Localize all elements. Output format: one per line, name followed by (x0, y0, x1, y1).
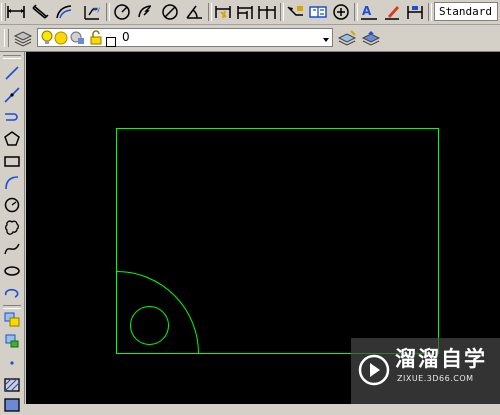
dim-text-edit-icon[interactable] (381, 1, 403, 23)
layer-dropdown[interactable]: 0 (37, 28, 333, 47)
watermark-title: 溜溜自学 (395, 347, 487, 371)
dim-update-icon[interactable] (404, 1, 426, 23)
rectangle-icon[interactable] (2, 151, 22, 171)
spline-icon[interactable] (2, 239, 22, 259)
dimension-toolbar: xy A Standard (0, 0, 500, 25)
toolbar-separator (428, 3, 432, 21)
hatch-icon[interactable] (2, 375, 22, 395)
layer-previous-icon[interactable] (360, 27, 382, 49)
revision-cloud-icon[interactable] (2, 217, 22, 237)
toolbar-grip[interactable] (4, 29, 9, 47)
line-icon[interactable] (2, 63, 22, 83)
dim-baseline-icon[interactable] (234, 1, 256, 23)
draw-toolbar (0, 52, 25, 412)
layer-on-icon[interactable] (41, 30, 53, 49)
drawn-quarter-arc[interactable] (116, 271, 199, 354)
current-layer-name: 0 (122, 30, 130, 44)
drawn-rectangle[interactable] (116, 128, 439, 354)
layer-freeze-icon[interactable] (54, 30, 68, 49)
make-block-icon[interactable] (2, 331, 22, 351)
ellipse-arc-icon[interactable] (2, 283, 22, 303)
polyline-icon[interactable] (2, 107, 22, 127)
layer-color-icon[interactable] (106, 32, 116, 51)
ellipse-icon[interactable] (2, 261, 22, 281)
insert-block-icon[interactable] (2, 309, 22, 329)
play-logo-icon (357, 347, 391, 397)
dim-arc-icon[interactable] (53, 1, 75, 23)
dim-continue-icon[interactable] (256, 1, 278, 23)
layers-toolbar: 0 (0, 25, 500, 52)
point-icon[interactable] (2, 353, 22, 373)
arc-icon[interactable] (2, 173, 22, 193)
svg-text:xy: xy (93, 6, 101, 13)
dim-diameter-icon[interactable] (159, 1, 181, 23)
center-mark-icon[interactable] (330, 1, 352, 23)
toolbar-separator (106, 3, 110, 21)
svg-text:A: A (362, 4, 372, 18)
watermark-url: ZIXUE.3D66.COM (397, 374, 474, 383)
drawn-circle[interactable] (130, 306, 169, 345)
dim-radius-icon[interactable] (111, 1, 133, 23)
dim-jogged-icon[interactable] (135, 1, 157, 23)
dim-angular-icon[interactable] (183, 1, 205, 23)
dim-aligned-icon[interactable] (29, 1, 51, 23)
dim-ordinate-icon[interactable]: xy (80, 1, 102, 23)
layer-lock-icon[interactable] (89, 30, 103, 49)
construction-line-icon[interactable] (2, 85, 22, 105)
circle-icon[interactable] (2, 195, 22, 215)
tolerance-icon[interactable] (307, 1, 329, 23)
watermark: 溜溜自学 ZIXUE.3D66.COM (351, 338, 500, 404)
toolbar-grip[interactable] (3, 55, 21, 59)
layer-vp-freeze-icon[interactable] (70, 30, 85, 49)
quick-leader-icon[interactable] (284, 1, 306, 23)
text-style-select[interactable]: Standard (434, 2, 498, 21)
polygon-icon[interactable] (2, 129, 22, 149)
layer-manager-icon[interactable] (12, 27, 34, 49)
dim-linear-icon[interactable] (5, 1, 27, 23)
make-object-layer-current-icon[interactable] (336, 27, 358, 49)
gradient-icon[interactable] (2, 395, 22, 415)
chevron-down-icon[interactable] (321, 31, 331, 44)
quick-dim-icon[interactable] (212, 1, 234, 23)
dim-edit-icon[interactable]: A (358, 1, 380, 23)
